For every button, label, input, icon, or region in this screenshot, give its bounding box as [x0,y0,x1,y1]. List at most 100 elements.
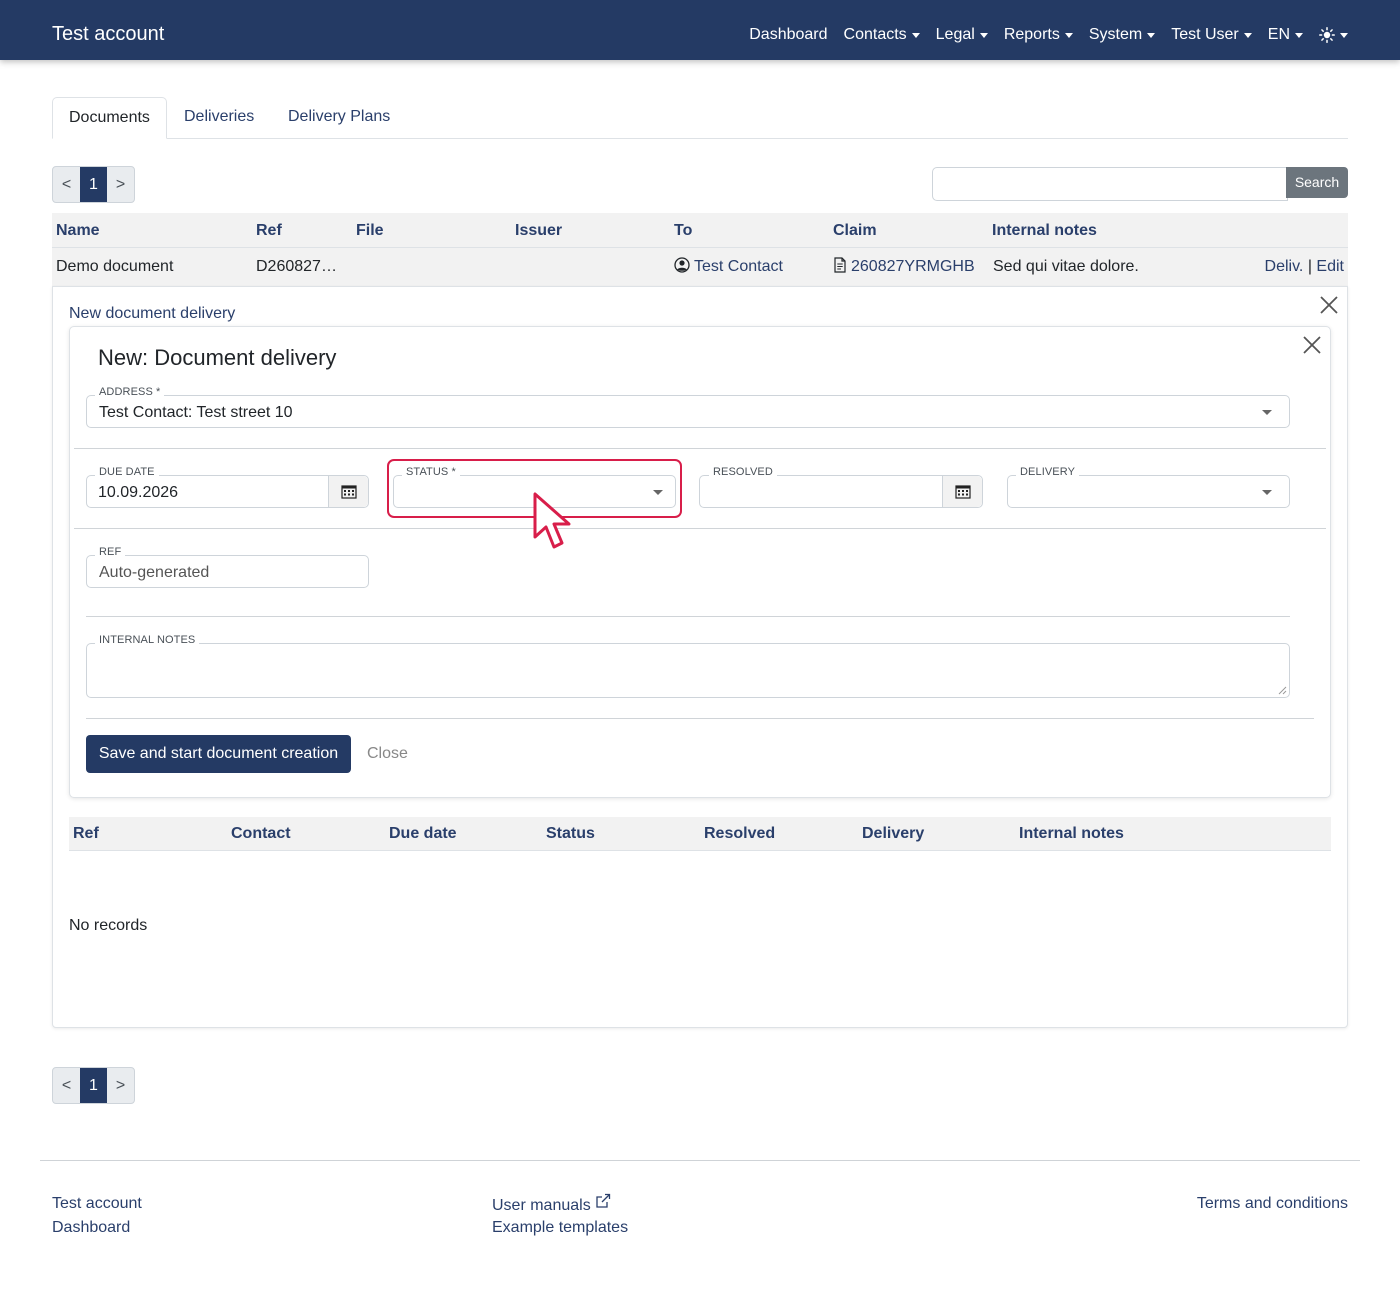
close-form-button[interactable]: Close [367,744,408,764]
column-header-due-date[interactable]: Due date [389,817,457,850]
nav-legal-dropdown[interactable]: Legal [936,24,988,46]
footer-link-account[interactable]: Test account [52,1193,142,1215]
ref-label: REF [95,546,126,558]
calendar-icon [340,485,357,499]
divider [86,616,1290,617]
tab-bar: Documents Deliveries Delivery Plans [52,97,1348,139]
close-icon[interactable] [1301,334,1323,356]
address-select[interactable]: Test Contact: Test street 10 [86,395,1290,428]
search-input[interactable] [932,167,1288,201]
tab-deliveries[interactable]: Deliveries [168,97,270,139]
contact-link[interactable]: Test Contact [694,258,783,275]
top-navbar: Test account Dashboard Contacts Legal Re… [0,0,1400,60]
divider [86,718,1314,719]
external-link-icon [596,1193,611,1208]
column-header-internal-notes[interactable]: Internal notes [992,213,1097,248]
delivery-label: DELIVERY [1016,466,1080,478]
cell-to: Test Contact [674,248,783,286]
column-header-to[interactable]: To [674,213,692,248]
deliveries-link[interactable]: Deliv. [1265,258,1304,275]
resolved-label: RESOLVED [709,466,777,478]
footer-link-dashboard[interactable]: Dashboard [52,1217,130,1239]
column-header-file[interactable]: File [356,213,384,248]
edit-link[interactable]: Edit [1316,258,1344,275]
ref-input[interactable]: Auto-generated [86,555,369,588]
caret-down-icon [1147,32,1156,38]
cell-name: Demo document [56,258,174,275]
tab-delivery-plans[interactable]: Delivery Plans [272,97,406,139]
caret-down-icon [1340,32,1348,38]
internal-notes-label: INTERNAL NOTES [95,634,200,646]
theme-toggle-dropdown[interactable] [1319,27,1348,43]
nav-user-dropdown[interactable]: Test User [1171,24,1252,46]
prev-page-button[interactable]: < [53,1068,80,1103]
close-icon[interactable] [1318,294,1340,316]
save-and-create-button[interactable]: Save and start document creation [86,735,351,773]
nav-contacts-dropdown[interactable]: Contacts [844,24,920,46]
due-date-calendar-button[interactable] [328,476,368,507]
footer-link-example-templates[interactable]: Example templates [492,1217,628,1239]
pagination-top: < 1 > [52,166,135,203]
prev-page-button[interactable]: < [53,167,80,202]
current-page-button[interactable]: 1 [80,1068,107,1103]
document-icon [834,257,846,273]
search-button[interactable]: Search [1286,167,1348,198]
ref-placeholder: Auto-generated [99,564,210,581]
column-header-issuer[interactable]: Issuer [515,213,562,248]
footer-link-user-manuals[interactable]: User manuals [492,1193,611,1217]
column-header-claim[interactable]: Claim [833,213,877,248]
due-date-value: 10.09.2026 [98,484,179,501]
cell-ref: D260827… [256,258,337,275]
delivery-select[interactable] [1007,475,1290,508]
column-header-ref[interactable]: Ref [256,213,282,248]
pagination-bottom: < 1 > [52,1067,135,1104]
column-header-internal-notes[interactable]: Internal notes [1019,817,1124,850]
cell-internal-notes: Sed qui vitae dolore. [993,258,1139,275]
deliveries-table-header: Ref Contact Due date Status Resolved Del… [69,817,1331,851]
empty-state-text: No records [69,917,148,934]
nav-reports-dropdown[interactable]: Reports [1004,24,1073,46]
due-date-label: DUE DATE [95,466,159,478]
divider [74,448,1326,449]
claim-link[interactable]: 260827YRMGHB [851,258,975,275]
dropdown-arrow-icon [1262,410,1272,415]
internal-notes-textarea[interactable] [86,643,1290,698]
footer-divider [40,1160,1360,1161]
column-header-delivery[interactable]: Delivery [862,817,924,850]
next-page-button[interactable]: > [107,167,134,202]
new-document-delivery-link[interactable]: New document delivery [69,304,235,324]
form-title: New: Document delivery [98,345,337,370]
resize-handle-icon[interactable] [1278,686,1287,695]
nav-menu: Dashboard Contacts Legal Reports System … [733,24,1348,46]
nav-language-dropdown[interactable]: EN [1268,24,1303,46]
next-page-button[interactable]: > [107,1068,134,1103]
caret-down-icon [979,32,988,38]
person-circle-icon [674,257,690,273]
address-select-value: Test Contact: Test street 10 [99,404,293,421]
column-header-resolved[interactable]: Resolved [704,817,775,850]
column-header-ref[interactable]: Ref [73,817,99,850]
nav-dashboard[interactable]: Dashboard [749,24,827,46]
cell-actions: Deliv. | Edit [1265,248,1344,286]
documents-table-header: Name Ref File Issuer To Claim Internal n… [52,213,1348,248]
column-header-status[interactable]: Status [546,817,595,850]
column-header-contact[interactable]: Contact [231,817,291,850]
current-page-button[interactable]: 1 [80,167,107,202]
divider [74,528,1326,529]
resolved-calendar-button[interactable] [942,476,982,507]
table-row[interactable]: Demo document D260827… Test Contact 2608… [52,248,1348,286]
tab-documents[interactable]: Documents [52,97,167,139]
column-header-name[interactable]: Name [56,213,100,248]
brand-title[interactable]: Test account [52,21,164,47]
sun-icon [1319,27,1335,43]
calendar-icon [954,485,971,499]
due-date-input[interactable]: 10.09.2026 [86,475,369,508]
caret-down-icon [1243,32,1252,38]
footer-link-terms[interactable]: Terms and conditions [1197,1193,1348,1215]
resolved-date-input[interactable] [699,475,983,508]
caret-down-icon [911,32,920,38]
nav-system-dropdown[interactable]: System [1089,24,1156,46]
caret-down-icon [1295,32,1303,38]
cell-claim: 260827YRMGHB [833,248,975,286]
address-label: ADDRESS * [95,386,165,398]
